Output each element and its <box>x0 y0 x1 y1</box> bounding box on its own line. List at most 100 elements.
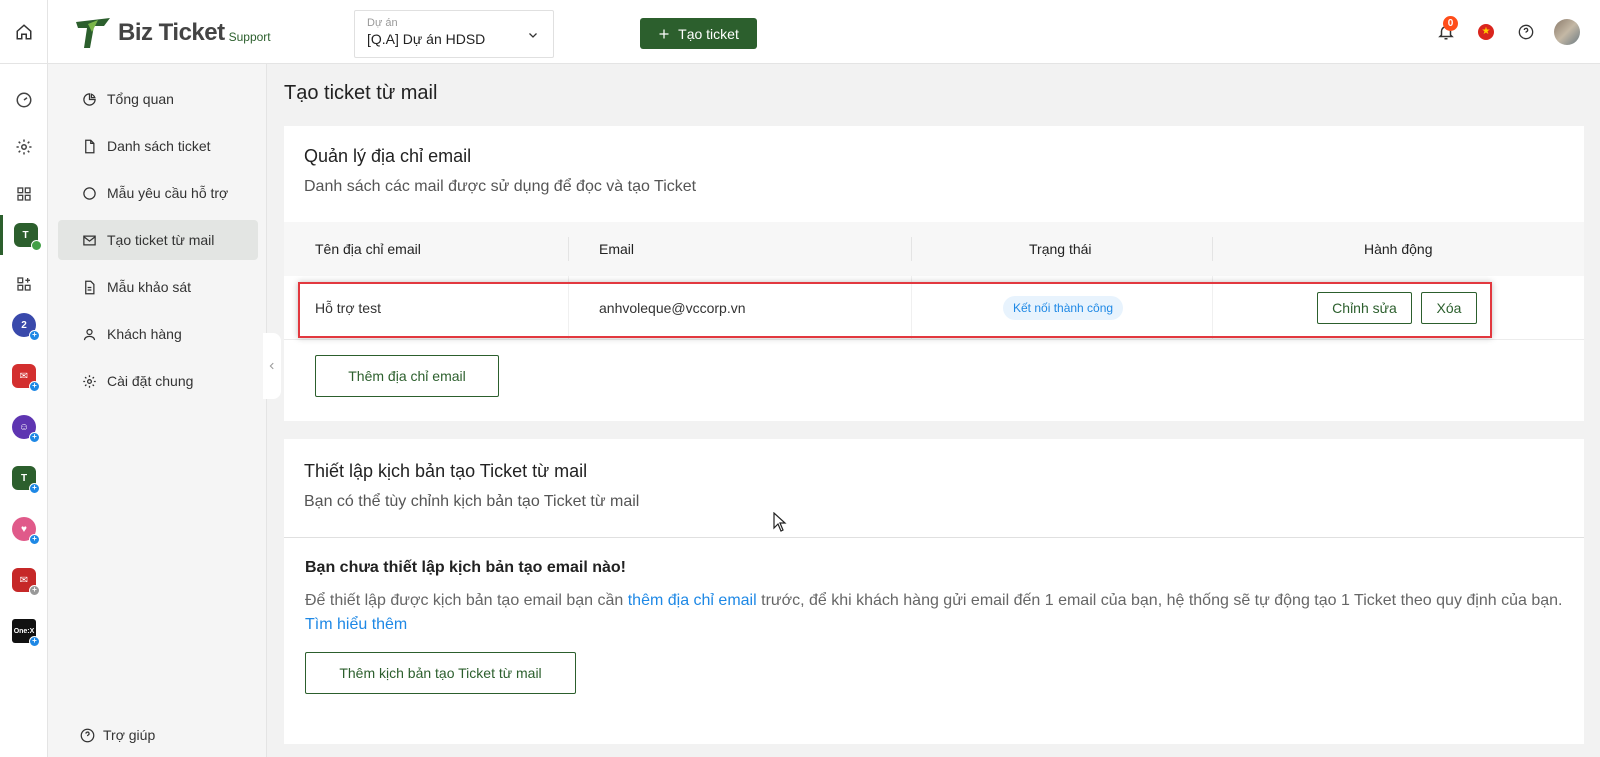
biz-ticket-app-icon: T <box>13 223 42 251</box>
onex-label: One:X <box>13 627 35 635</box>
online-dot <box>30 240 42 251</box>
column-header-name: Tên địa chỉ email <box>315 241 421 257</box>
table-row: Hỗ trợ test anhvoleque@vccorp.vn Kết nối… <box>284 276 1584 340</box>
sidebar-item-ticket-list[interactable]: Danh sách ticket <box>58 126 258 166</box>
column-header-status: Trạng thái <box>1029 241 1092 257</box>
biz-ticket-logo-icon <box>76 18 110 48</box>
sidebar-item-ticket-from-mail[interactable]: Tạo ticket từ mail <box>58 220 258 260</box>
app-logo[interactable]: Biz Ticket Support <box>74 16 271 50</box>
rail-app-1[interactable]: 2 + <box>0 305 48 345</box>
card-title: Thiết lập kịch bản tạo Ticket từ mail <box>304 461 588 481</box>
add-email-button[interactable]: Thêm địa chỉ email <box>315 355 499 397</box>
plus-icon <box>659 29 669 38</box>
add-badge: + <box>29 330 40 341</box>
mouse-cursor-icon <box>773 512 787 532</box>
gear-icon <box>16 139 32 155</box>
email-address-cell: anhvoleque@vccorp.vn <box>599 300 746 316</box>
user-avatar[interactable] <box>1554 19 1580 45</box>
rail-app-7[interactable]: One:X + <box>0 611 48 651</box>
create-ticket-button[interactable]: Tạo ticket <box>640 18 757 49</box>
heart-app-icon: ♥ + <box>12 517 40 545</box>
column-header-email: Email <box>599 241 635 257</box>
rail-apps[interactable] <box>0 174 48 214</box>
rail-biz-ticket[interactable]: T <box>0 215 48 255</box>
survey-icon <box>85 280 95 294</box>
sidebar: Tổng quan Danh sách ticket Mẫu yêu cầu h… <box>48 64 267 757</box>
sidebar-item-label: Tạo ticket từ mail <box>107 232 215 248</box>
rail-app-3[interactable]: ☺ + <box>0 407 48 447</box>
project-select-label: Dự án <box>367 17 398 29</box>
rail-app-2[interactable]: ✉ + <box>0 356 48 396</box>
pie-chart-icon <box>83 92 96 106</box>
mail-app-icon: ✉ + <box>12 568 40 596</box>
gear-icon <box>83 374 96 388</box>
ticket-app-icon: T + <box>12 466 40 494</box>
add-badge: + <box>29 585 40 596</box>
main-content: Tạo ticket từ mail Quản lý địa chỉ email… <box>267 64 1600 757</box>
email-management-card: Quản lý địa chỉ email Danh sách các mail… <box>284 126 1584 421</box>
mail-app-icon: ✉ + <box>12 364 40 392</box>
add-badge: + <box>29 483 40 494</box>
script-setup-card: Thiết lập kịch bản tạo Ticket từ mail Bạ… <box>284 439 1584 744</box>
section-divider <box>284 537 1584 538</box>
file-icon <box>85 139 95 153</box>
add-badge: + <box>29 432 40 443</box>
sidebar-item-label: Khách hàng <box>107 326 182 342</box>
help-link[interactable]: Trợ giúp <box>80 727 155 743</box>
delete-button[interactable]: Xóa <box>1421 292 1477 324</box>
project-select[interactable]: Dự án [Q.A] Dự án HDSD <box>354 10 554 58</box>
sidebar-item-label: Tổng quan <box>107 91 174 107</box>
question-circle-icon <box>80 728 95 742</box>
add-widget-icon <box>17 277 31 291</box>
sidebar-item-survey[interactable]: Mẫu khảo sát <box>58 267 258 307</box>
create-ticket-label: Tạo ticket <box>678 25 739 42</box>
email-name-cell: Hỗ trợ test <box>315 300 381 316</box>
rail-settings[interactable] <box>0 127 48 167</box>
home-icon <box>16 24 31 40</box>
language-button[interactable]: ★ <box>1466 12 1506 52</box>
grid-icon <box>17 187 31 201</box>
rail-add-app[interactable] <box>0 264 48 304</box>
project-select-value: [Q.A] Dự án HDSD <box>367 31 486 47</box>
edit-button[interactable]: Chỉnh sửa <box>1317 292 1412 324</box>
column-header-actions: Hành động <box>1364 241 1433 257</box>
cell-divider <box>1212 276 1213 340</box>
top-header: Biz Ticket Support Dự án [Q.A] Dự án HDS… <box>0 0 1600 64</box>
column-divider <box>911 237 912 261</box>
add-badge: + <box>29 534 40 545</box>
sidebar-item-label: Cài đặt chung <box>107 373 194 389</box>
rail-app-5[interactable]: ♥ + <box>0 509 48 549</box>
app-rail: T 2 + ✉ + ☺ + T + ♥ + ✉ + One:X + <box>0 64 48 757</box>
help-button[interactable] <box>1506 12 1546 52</box>
empty-text-before: Để thiết lập được kịch bản tạo email bạn… <box>305 592 628 609</box>
add-badge: + <box>29 381 40 392</box>
sidebar-item-label: Danh sách ticket <box>107 138 211 154</box>
empty-text-after: trước, để khi khách hàng gửi email đến 1… <box>756 592 1563 609</box>
cell-divider <box>568 276 569 340</box>
add-script-button[interactable]: Thêm kịch bản tạo Ticket từ mail <box>305 652 576 694</box>
add-badge: + <box>29 636 40 647</box>
bot-app-icon: ☺ + <box>12 415 40 443</box>
sidebar-item-overview[interactable]: Tổng quan <box>58 79 258 119</box>
help-label: Trợ giúp <box>103 727 156 743</box>
notification-count-badge: 0 <box>1443 16 1458 31</box>
user-icon <box>83 328 96 340</box>
sidebar-item-general-settings[interactable]: Cài đặt chung <box>58 361 258 401</box>
rail-dashboard[interactable] <box>0 80 48 120</box>
sidebar-item-customers[interactable]: Khách hàng <box>58 314 258 354</box>
empty-state-text: Để thiết lập được kịch bản tạo email bạn… <box>305 589 1575 637</box>
sidebar-item-request-template[interactable]: Mẫu yêu cầu hỗ trợ <box>58 173 258 213</box>
home-button[interactable] <box>0 0 48 64</box>
learn-more-link[interactable]: Tìm hiểu thêm <box>305 616 407 633</box>
status-badge: Kết nối thành công <box>1003 296 1124 320</box>
card-title: Quản lý địa chỉ email <box>304 146 472 166</box>
rail-app-6[interactable]: ✉ + <box>0 560 48 600</box>
speedometer-icon <box>16 92 32 108</box>
add-email-link[interactable]: thêm địa chỉ email <box>628 592 757 609</box>
onex-app-icon: One:X + <box>12 619 40 647</box>
rail-app-4[interactable]: T + <box>0 458 48 498</box>
question-circle-icon <box>1518 24 1534 40</box>
mail-icon <box>83 235 96 245</box>
notification-button[interactable]: 0 <box>1426 12 1466 52</box>
logo-text: Biz Ticket <box>118 19 225 46</box>
